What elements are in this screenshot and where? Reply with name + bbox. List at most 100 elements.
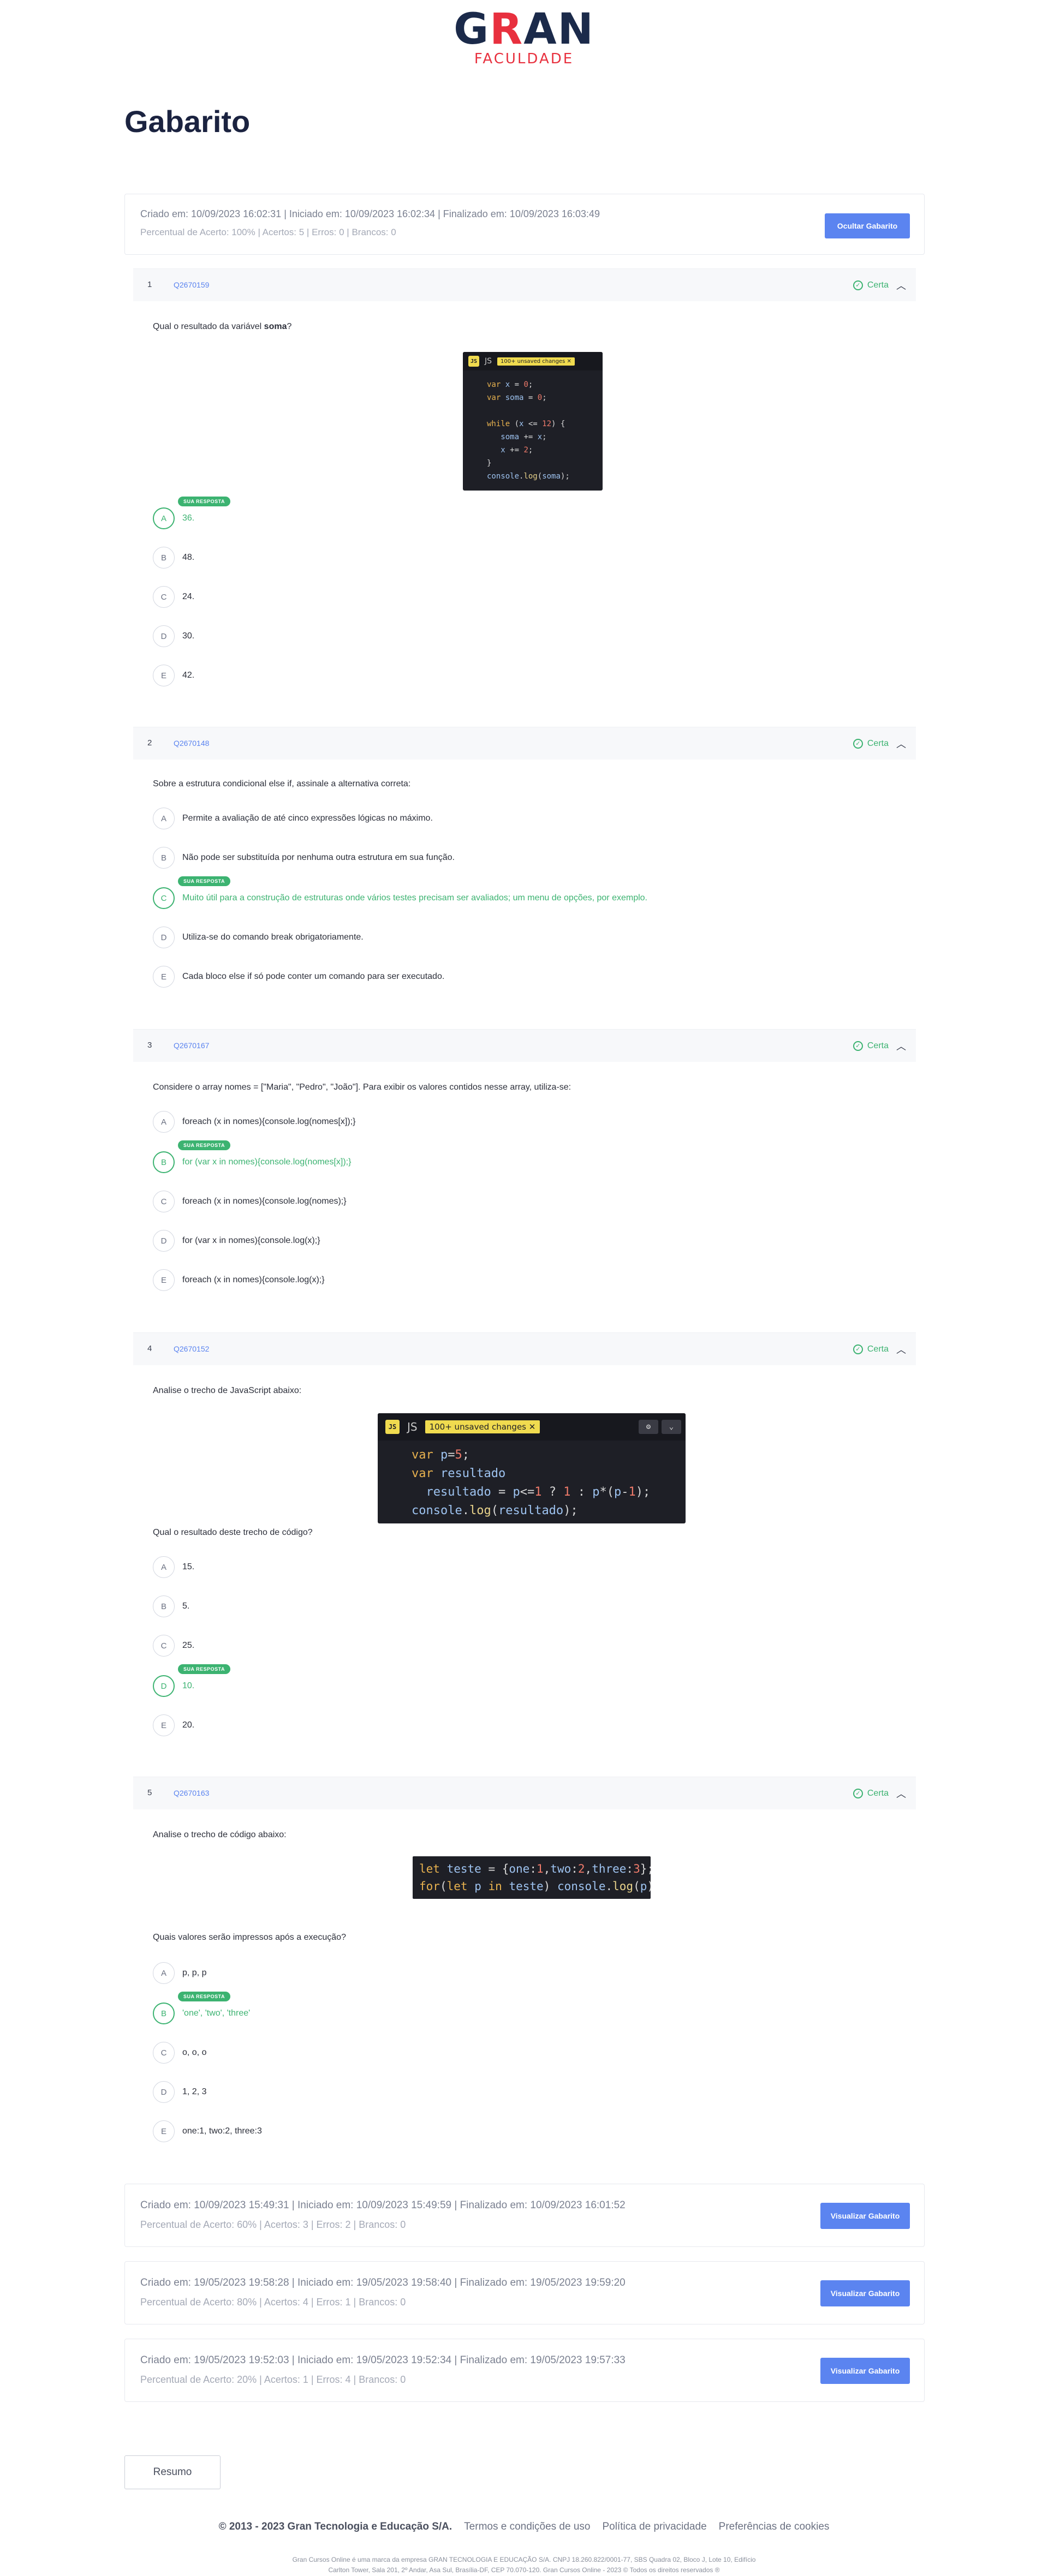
terms-link[interactable]: Termos e condições de uso [464, 2521, 590, 2533]
option-b[interactable]: Bfor (var x in nomes){console.log(nomes[… [153, 1151, 351, 1173]
question-text-2: Quais valores serão impressos após a exe… [153, 1933, 346, 1942]
status-label: Certa [867, 1041, 889, 1050]
option-letter: D [153, 2081, 175, 2103]
option-d[interactable]: D Utiliza-se do comando break obrigatoria… [153, 927, 364, 948]
option-letter: B [153, 547, 175, 569]
option-b[interactable]: B 48. [153, 547, 194, 569]
question-code-link[interactable]: Q2670148 [174, 739, 209, 748]
option-b[interactable]: B Não pode ser substituída por nenhuma ou… [153, 847, 455, 869]
option-a[interactable]: Ap, p, p [153, 1962, 206, 1984]
option-c[interactable]: Cforeach (x in nomes){console.log(nomes)… [153, 1191, 347, 1212]
option-a[interactable]: A 15. [153, 1556, 194, 1578]
option-text: for (var x in nomes){console.log(nomes[x… [182, 1157, 352, 1167]
chevron-down-icon[interactable]: ⌄ [662, 1420, 681, 1434]
gear-icon[interactable]: ⚙ [639, 1420, 658, 1434]
option-c[interactable]: C 24. [153, 586, 194, 608]
chevron-up-icon[interactable]: ︿ [896, 737, 906, 751]
option-a[interactable]: Aforeach (x in nomes){console.log(nomes[… [153, 1111, 355, 1133]
question-header[interactable]: 1 Q2670159 ✓ Certa ︿ [133, 268, 916, 301]
option-d[interactable]: D 10. [153, 1675, 194, 1697]
option-b[interactable]: B 5. [153, 1595, 189, 1617]
option-letter: E [153, 966, 175, 988]
option-text: 15. [182, 1562, 195, 1571]
privacy-link[interactable]: Política de privacidade [602, 2521, 706, 2533]
question-text: Analise o trecho de JavaScript abaixo: [153, 1386, 302, 1395]
attempt-stats: Percentual de Acerto: 80% | Acertos: 4 |… [140, 2297, 406, 2308]
gran-logo[interactable]: GRAN FACULDADE [454, 8, 594, 67]
your-answer-badge: SUA RESPOSTA [178, 497, 231, 506]
code-text: let teste = {one:1,two:2,three:3}; for(l… [419, 1862, 651, 1893]
question-header[interactable]: 5 Q2670163 ✓ Certa ︿ [133, 1777, 916, 1809]
question-header[interactable]: 3 Q2670167 ✓ Certa ︿ [133, 1029, 916, 1062]
option-text: 48. [182, 553, 195, 562]
your-answer-badge: SUA RESPOSTA [178, 1992, 231, 2001]
option-e[interactable]: E 20. [153, 1714, 194, 1736]
option-text: Não pode ser substituída por nenhuma out… [182, 853, 455, 862]
cookie-preferences-link[interactable]: Preferências de cookies [719, 2521, 830, 2533]
view-answers-button[interactable]: Visualizar Gabarito [820, 2203, 910, 2229]
question-code-link[interactable]: Q2670167 [174, 1041, 209, 1050]
option-letter: C [153, 2042, 175, 2064]
option-letter: A [153, 1556, 175, 1578]
option-letter: B [153, 847, 175, 869]
question-code-link[interactable]: Q2670159 [174, 280, 209, 289]
option-e[interactable]: E Cada bloco else if só pode conter um co… [153, 966, 444, 988]
check-circle-icon: ✓ [853, 1789, 863, 1798]
question-text: Analise o trecho de código abaixo: [153, 1830, 287, 1839]
status-label: Certa [867, 1344, 889, 1354]
option-c[interactable]: Co, o, o [153, 2042, 206, 2064]
question-text: Qual o resultado da variável soma? [153, 322, 292, 331]
option-text: 10. [182, 1681, 195, 1690]
page-title: Gabarito [124, 104, 251, 139]
question-header[interactable]: 4 Q2670152 ✓ Certa ︿ [133, 1332, 916, 1365]
question-code-link[interactable]: Q2670163 [174, 1789, 209, 1797]
question-text: Sobre a estrutura condicional else if, a… [153, 779, 411, 788]
editor-bar: JS JS 100+ unsaved changes ✕ ⚙ ⌄ [378, 1413, 686, 1441]
question-code-link[interactable]: Q2670152 [174, 1344, 209, 1353]
previous-attempt-card: Criado em: 10/09/2023 15:49:31 | Iniciad… [124, 2184, 925, 2247]
view-answers-button[interactable]: Visualizar Gabarito [820, 2358, 910, 2384]
hide-answers-button[interactable]: Ocultar Gabarito [825, 213, 910, 238]
option-d[interactable]: D 30. [153, 625, 194, 647]
summary-button[interactable]: Resumo [124, 2455, 221, 2489]
js-label: JS [485, 357, 492, 366]
option-letter: C [153, 1635, 175, 1657]
option-letter: D [153, 1675, 175, 1697]
option-e[interactable]: Eforeach (x in nomes){console.log(x);} [153, 1269, 325, 1291]
chevron-up-icon[interactable]: ︿ [896, 1039, 906, 1053]
attempt-stats: Percentual de Acerto: 100% | Acertos: 5 … [140, 227, 396, 237]
code-text: var x = 0; var soma = 0; while (x <= 12)… [487, 380, 570, 481]
previous-attempt-card: Criado em: 19/05/2023 19:58:28 | Iniciad… [124, 2261, 925, 2324]
current-attempt-card: Criado em: 10/09/2023 16:02:31 | Iniciad… [124, 194, 925, 255]
option-d[interactable]: D 1, 2, 3 [153, 2081, 206, 2103]
check-circle-icon: ✓ [853, 280, 863, 290]
option-e[interactable]: E 42. [153, 665, 194, 686]
option-letter: B [153, 1595, 175, 1617]
footer-copyright: © 2013 - 2023 Gran Tecnologia e Educação… [218, 2521, 452, 2532]
question-header[interactable]: 2 Q2670148 ✓ Certa ︿ [133, 727, 916, 760]
question-status: ✓ Certa ︿ [853, 278, 906, 292]
footer-links: © 2013 - 2023 Gran Tecnologia e Educação… [0, 2521, 1048, 2533]
option-b[interactable]: B 'one', 'two', 'three' [153, 2003, 250, 2024]
view-answers-button[interactable]: Visualizar Gabarito [820, 2280, 910, 2306]
chevron-up-icon[interactable]: ︿ [896, 278, 906, 292]
logo-subtitle: FACULDADE [474, 51, 574, 67]
footer-legal-line-2: Carlton Tower, Sala 201, 2º Andar, Asa S… [328, 2566, 720, 2574]
attempt-meta: Criado em: 10/09/2023 16:02:31 | Iniciad… [140, 208, 600, 219]
option-text: 30. [182, 631, 195, 641]
option-letter: D [153, 1230, 175, 1252]
option-a[interactable]: A 36. [153, 507, 194, 529]
question-status: ✓ Certa ︿ [853, 1342, 906, 1356]
option-text: 'one', 'two', 'three' [182, 2009, 251, 2018]
option-c[interactable]: C Muito útil para a construção de estrutu… [153, 887, 647, 909]
option-a[interactable]: A Permite a avaliação de até cinco expres… [153, 808, 433, 829]
chevron-up-icon[interactable]: ︿ [896, 1786, 906, 1801]
your-answer-badge: SUA RESPOSTA [178, 876, 231, 886]
unsaved-badge: 100+ unsaved changes ✕ [425, 1420, 540, 1433]
option-e[interactable]: Eone:1, two:2, three:3 [153, 2120, 262, 2142]
chevron-up-icon[interactable]: ︿ [896, 1342, 906, 1356]
option-d[interactable]: Dfor (var x in nomes){console.log(x);} [153, 1230, 320, 1252]
option-text: o, o, o [182, 2048, 207, 2057]
option-letter: E [153, 1714, 175, 1736]
option-c[interactable]: C 25. [153, 1635, 194, 1657]
